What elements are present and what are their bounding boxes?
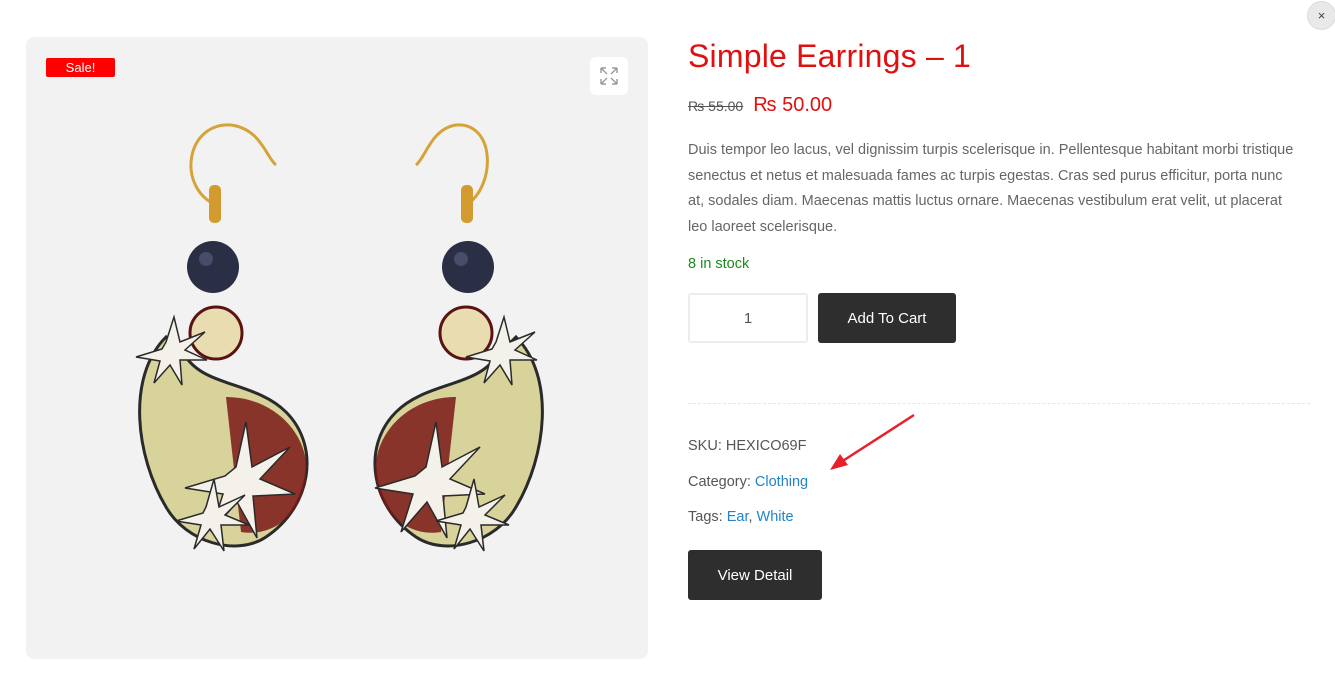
product-image	[135, 123, 544, 552]
category-label: Category:	[688, 474, 751, 490]
close-icon[interactable]: ×	[1307, 1, 1335, 30]
product-gallery: Sale!	[26, 37, 648, 659]
sku: SKU: HEXICO69F	[688, 438, 806, 454]
category: Category: Clothing	[688, 474, 808, 490]
price-new: ₨ 50.00	[753, 94, 833, 116]
annotation-arrow	[830, 413, 915, 470]
quantity-input[interactable]	[688, 293, 808, 343]
tag-link-white[interactable]: White	[757, 509, 794, 525]
zoom-button[interactable]	[590, 57, 628, 95]
left-earring-graphic	[135, 123, 309, 552]
sku-value: HEXICO69F	[725, 438, 807, 454]
product-description: Duis tempor leo lacus, vel dignissim tur…	[688, 142, 1294, 235]
divider	[688, 403, 1310, 404]
add-to-cart-button[interactable]: Add To Cart	[818, 293, 956, 343]
right-earring-graphic	[373, 123, 544, 552]
category-link[interactable]: Clothing	[755, 474, 808, 490]
sku-label: SKU:	[688, 438, 722, 454]
tags-label: Tags:	[688, 509, 723, 525]
tag-link-ear[interactable]: Ear	[727, 509, 749, 525]
price-old: ₨ 55.00	[688, 98, 744, 114]
sale-badge: Sale!	[46, 58, 115, 77]
stock-status: 8 in stock	[688, 256, 750, 272]
tags: Tags: Ear, White	[688, 509, 794, 525]
expand-arrows-icon	[600, 67, 618, 85]
view-detail-button[interactable]: View Detail	[688, 550, 822, 600]
tag-separator: ,	[748, 509, 753, 525]
product-title: Simple Earrings – 1	[688, 38, 972, 74]
price: ₨ 55.00 ₨ 50.00	[688, 94, 832, 117]
